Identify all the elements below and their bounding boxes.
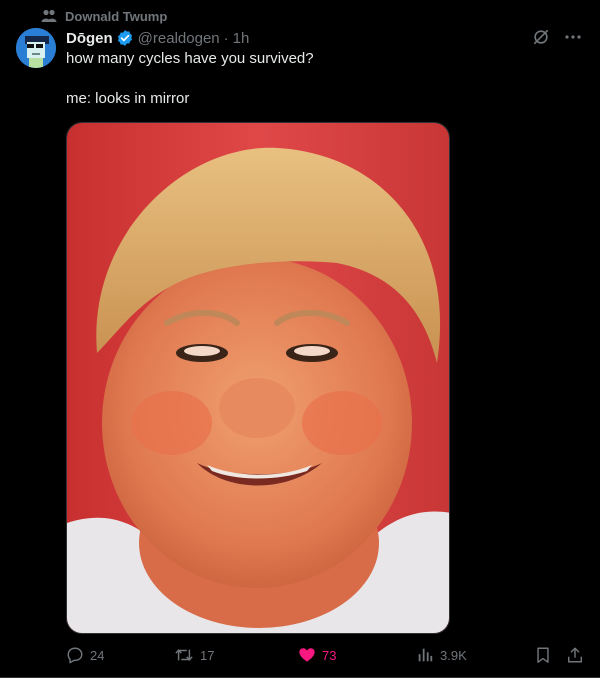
verified-badge-icon bbox=[116, 29, 134, 47]
tweet-photo[interactable] bbox=[66, 122, 450, 634]
grok-icon[interactable] bbox=[532, 28, 550, 46]
views-button[interactable]: 3.9K bbox=[416, 646, 467, 664]
reply-icon bbox=[67, 647, 83, 664]
share-button[interactable] bbox=[566, 646, 590, 664]
repost-icon bbox=[175, 649, 193, 661]
people-icon bbox=[41, 9, 57, 22]
repost-count: 17 bbox=[200, 647, 215, 663]
more-options-icon[interactable] bbox=[564, 28, 582, 46]
tweet-time[interactable]: 1h bbox=[233, 30, 250, 47]
tweet-text-line: how many cycles have you survived? bbox=[66, 50, 314, 67]
action-bar: 24 17 73 3.9K bbox=[66, 646, 586, 666]
tweet-header: Dōgen @realdogen · 1h bbox=[66, 28, 249, 48]
reply-button[interactable]: 24 bbox=[66, 646, 104, 664]
like-count: 73 bbox=[322, 647, 337, 663]
tweet[interactable]: Downald Twump Dōgen @realdogen · 1h how … bbox=[0, 0, 600, 678]
like-button[interactable]: 73 bbox=[298, 646, 336, 664]
avatar-image bbox=[16, 28, 56, 68]
author-handle[interactable]: @realdogen bbox=[138, 30, 220, 47]
heart-icon bbox=[299, 648, 315, 662]
reply-count: 24 bbox=[90, 647, 105, 663]
social-context[interactable]: Downald Twump bbox=[41, 7, 167, 25]
views-icon bbox=[418, 648, 433, 662]
share-icon bbox=[567, 647, 583, 663]
social-context-label: Downald Twump bbox=[65, 8, 168, 24]
bookmark-button[interactable] bbox=[534, 646, 558, 664]
avatar[interactable] bbox=[16, 28, 56, 68]
separator-dot: · bbox=[223, 29, 229, 47]
repost-button[interactable]: 17 bbox=[174, 646, 214, 664]
views-count: 3.9K bbox=[440, 647, 467, 663]
tweet-text-line: me: looks in mirror bbox=[66, 90, 190, 107]
portrait-photo bbox=[67, 123, 449, 633]
author-name[interactable]: Dōgen bbox=[66, 30, 113, 47]
tweet-text: how many cycles have you survived? me: l… bbox=[66, 49, 576, 109]
header-actions bbox=[532, 28, 582, 46]
bookmark-icon bbox=[537, 647, 549, 663]
